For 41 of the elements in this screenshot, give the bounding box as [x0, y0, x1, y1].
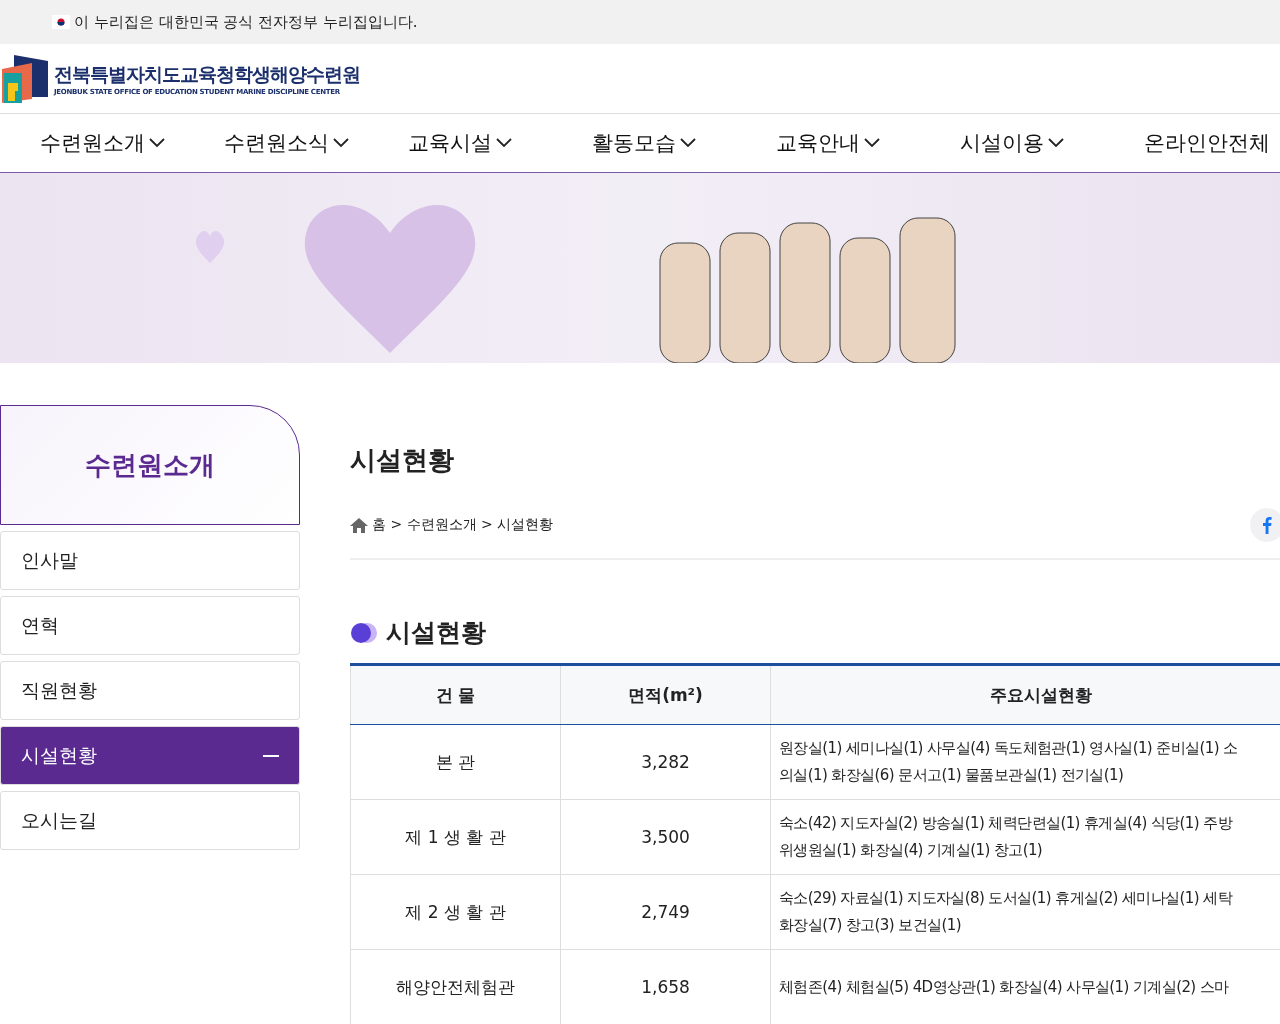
- chevron-down-icon: [1047, 137, 1065, 149]
- column-header: 건 물: [350, 664, 561, 725]
- table-cell: 3,500: [560, 799, 771, 875]
- sidebar-item[interactable]: 오시는길: [0, 791, 300, 850]
- sidebar-item[interactable]: 직원현황: [0, 661, 300, 720]
- nav-menu-item[interactable]: 활동모습: [592, 129, 776, 157]
- breadcrumb: 홈 > 수련원소개 > 시설현황: [372, 516, 554, 534]
- sidebar-item[interactable]: 인사말: [0, 531, 300, 590]
- facebook-share-button[interactable]: [1250, 508, 1280, 542]
- nav-menu-item[interactable]: 교육시설: [408, 129, 592, 157]
- chevron-down-icon: [495, 137, 513, 149]
- table-cell: 본 관: [350, 724, 561, 800]
- section-title: 시설현황: [386, 617, 486, 649]
- sidebar-item[interactable]: 연혁: [0, 596, 300, 655]
- chevron-down-icon: [863, 137, 881, 149]
- chevron-down-icon: [679, 137, 697, 149]
- logo-icon: [2, 54, 48, 103]
- facebook-icon: [1262, 516, 1272, 534]
- table-cell: 제 2 생 활 관: [350, 874, 561, 950]
- logo-title: 전북특별자치도교육청학생해양수련원: [54, 61, 360, 87]
- flag-icon: [52, 15, 70, 29]
- column-header: 주요시설현황: [770, 664, 1280, 725]
- home-icon: [350, 517, 368, 533]
- nav-menu-item[interactable]: 온라인안전체: [1144, 129, 1280, 157]
- nav-menu-item[interactable]: 수련원소개: [40, 129, 224, 157]
- table-cell: 해양안전체험관: [350, 949, 561, 1024]
- bullet-icon: [350, 621, 378, 644]
- sidebar-item[interactable]: 시설현황: [0, 726, 300, 785]
- nav-menu-item[interactable]: 수련원소식: [224, 129, 408, 157]
- table-cell: 3,282: [560, 724, 771, 800]
- nav-menu-item[interactable]: 교육안내: [776, 129, 960, 157]
- sidebar-title: 수련원소개: [85, 448, 215, 482]
- gov-notice-text: 이 누리집은 대한민국 공식 전자정부 누리집입니다.: [74, 12, 418, 32]
- page-title: 시설현황: [350, 444, 455, 477]
- table-cell: 제 1 생 활 관: [350, 799, 561, 875]
- table-cell: 2,749: [560, 874, 771, 950]
- minus-icon: [263, 754, 279, 757]
- chevron-down-icon: [148, 137, 166, 149]
- column-header: 면적(m²): [560, 664, 771, 725]
- nav-menu-item[interactable]: 시설이용: [960, 129, 1144, 157]
- chevron-down-icon: [332, 137, 350, 149]
